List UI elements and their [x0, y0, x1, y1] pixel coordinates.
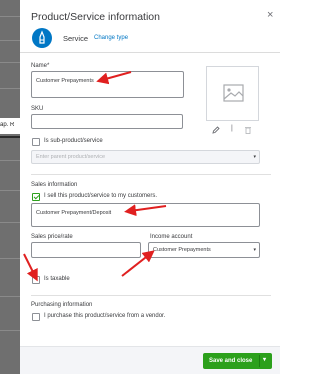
annotation-arrow-description	[124, 204, 167, 217]
annotation-arrows	[23, 71, 167, 282]
annotation-arrow-taxable	[23, 253, 38, 282]
annotation-arrow-income	[121, 250, 155, 277]
annotation-arrow-name	[96, 71, 132, 85]
